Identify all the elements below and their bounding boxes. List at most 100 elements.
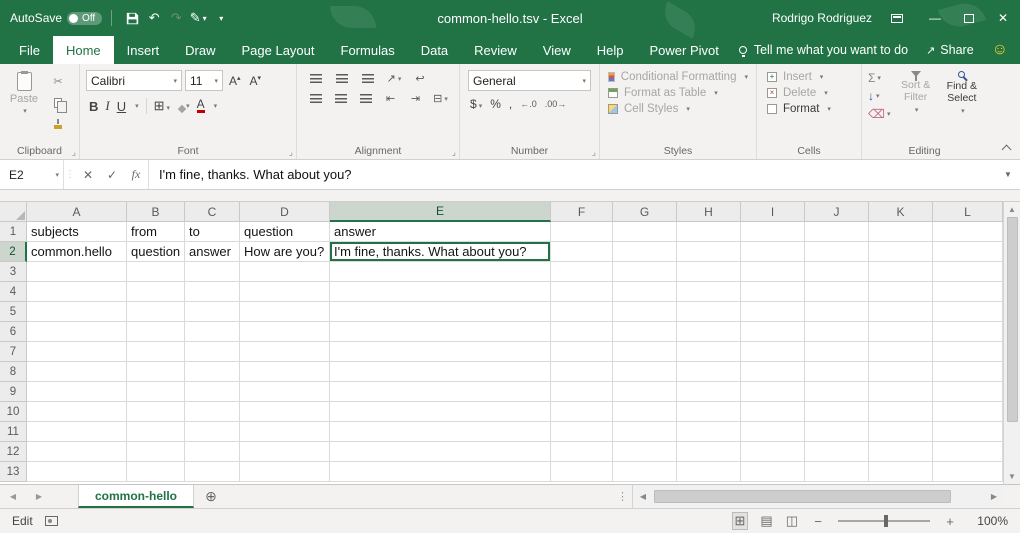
column-header-I[interactable]: I	[741, 202, 805, 222]
cell-J12[interactable]	[805, 442, 869, 462]
cell-G5[interactable]	[613, 302, 677, 322]
align-left-button[interactable]	[305, 90, 326, 107]
zoom-slider-thumb[interactable]	[884, 515, 888, 527]
cell-H13[interactable]	[677, 462, 741, 482]
cell-C6[interactable]	[185, 322, 240, 342]
cell-L9[interactable]	[933, 382, 1003, 402]
cell-F5[interactable]	[551, 302, 613, 322]
sort-filter-button[interactable]: Sort & Filter ▾	[892, 67, 938, 121]
cell-C2[interactable]: answer	[185, 242, 240, 262]
font-family-select[interactable]: Calibri▾	[86, 70, 182, 91]
cell-F2[interactable]	[551, 242, 613, 262]
cell-L1[interactable]	[933, 222, 1003, 242]
enter-button[interactable]: ✓	[100, 160, 124, 189]
accounting-format-button[interactable]: $▾	[470, 97, 482, 111]
cell-K7[interactable]	[869, 342, 933, 362]
cell-F3[interactable]	[551, 262, 613, 282]
cell-A3[interactable]	[27, 262, 127, 282]
italic-button[interactable]: I	[105, 98, 109, 114]
cell-I12[interactable]	[741, 442, 805, 462]
cell-G13[interactable]	[613, 462, 677, 482]
cell-A6[interactable]	[27, 322, 127, 342]
cell-A4[interactable]	[27, 282, 127, 302]
cell-B6[interactable]	[127, 322, 185, 342]
cell-J1[interactable]	[805, 222, 869, 242]
cell-E1[interactable]: answer	[330, 222, 551, 242]
scroll-up-icon[interactable]: ▲	[1008, 205, 1016, 214]
cell-D9[interactable]	[240, 382, 330, 402]
cell-J6[interactable]	[805, 322, 869, 342]
paste-button[interactable]: Paste ▾	[2, 67, 46, 143]
cell-L6[interactable]	[933, 322, 1003, 342]
cell-L7[interactable]	[933, 342, 1003, 362]
tab-data[interactable]: Data	[408, 36, 461, 64]
increase-font-size-button[interactable]: A▴	[226, 74, 244, 88]
column-header-E[interactable]: E	[330, 202, 551, 222]
formula-input[interactable]: I'm fine, thanks. What about you?	[148, 160, 996, 189]
cell-A9[interactable]	[27, 382, 127, 402]
cell-B8[interactable]	[127, 362, 185, 382]
cell-A2[interactable]: common.hello	[27, 242, 127, 262]
tab-review[interactable]: Review	[461, 36, 530, 64]
row-header-3[interactable]: 3	[0, 262, 27, 282]
cell-B3[interactable]	[127, 262, 185, 282]
column-header-L[interactable]: L	[933, 202, 1003, 222]
column-header-J[interactable]: J	[805, 202, 869, 222]
cell-H7[interactable]	[677, 342, 741, 362]
cell-A5[interactable]	[27, 302, 127, 322]
tab-power-pivot[interactable]: Power Pivot	[637, 36, 732, 64]
align-center-button[interactable]	[330, 90, 351, 107]
cell-D7[interactable]	[240, 342, 330, 362]
tab-page-layout[interactable]: Page Layout	[229, 36, 328, 64]
cell-C5[interactable]	[185, 302, 240, 322]
align-bottom-button[interactable]	[357, 70, 379, 87]
cell-G2[interactable]	[613, 242, 677, 262]
column-header-A[interactable]: A	[27, 202, 127, 222]
cell-J2[interactable]	[805, 242, 869, 262]
cell-G7[interactable]	[613, 342, 677, 362]
autosave-toggle[interactable]: AutoSave Off	[10, 11, 102, 25]
column-header-C[interactable]: C	[185, 202, 240, 222]
copy-button[interactable]	[46, 94, 70, 111]
tab-formulas[interactable]: Formulas	[328, 36, 408, 64]
clipboard-dialog-launcher[interactable]: ⌟	[72, 147, 76, 158]
cell-B11[interactable]	[127, 422, 185, 442]
sheet-tab-common-hello[interactable]: common-hello	[78, 485, 194, 508]
column-header-G[interactable]: G	[613, 202, 677, 222]
cell-I10[interactable]	[741, 402, 805, 422]
tab-view[interactable]: View	[530, 36, 584, 64]
row-header-10[interactable]: 10	[0, 402, 27, 422]
row-header-9[interactable]: 9	[0, 382, 27, 402]
cell-H2[interactable]	[677, 242, 741, 262]
cell-A11[interactable]	[27, 422, 127, 442]
cell-I5[interactable]	[741, 302, 805, 322]
cell-E4[interactable]	[330, 282, 551, 302]
page-layout-view-button[interactable]: ▤	[760, 513, 772, 529]
formula-bar-grip[interactable]: ⋮	[64, 160, 76, 189]
cell-E12[interactable]	[330, 442, 551, 462]
cell-E8[interactable]	[330, 362, 551, 382]
cell-J13[interactable]	[805, 462, 869, 482]
column-header-K[interactable]: K	[869, 202, 933, 222]
number-format-select[interactable]: General▾	[468, 70, 591, 91]
column-header-F[interactable]: F	[551, 202, 613, 222]
cell-D3[interactable]	[240, 262, 330, 282]
cell-K5[interactable]	[869, 302, 933, 322]
cell-D12[interactable]	[240, 442, 330, 462]
autosum-button[interactable]: Σ▾	[868, 71, 890, 85]
percent-style-button[interactable]: %	[490, 97, 501, 111]
cell-J4[interactable]	[805, 282, 869, 302]
cell-A1[interactable]: subjects	[27, 222, 127, 242]
cell-F10[interactable]	[551, 402, 613, 422]
row-header-13[interactable]: 13	[0, 462, 27, 482]
vertical-scroll-thumb[interactable]	[1007, 217, 1018, 422]
decrease-indent-button[interactable]: ⇤	[380, 90, 401, 107]
cell-B10[interactable]	[127, 402, 185, 422]
cell-E2[interactable]: I'm fine, thanks. What about you?	[330, 242, 551, 262]
cell-C13[interactable]	[185, 462, 240, 482]
cell-L13[interactable]	[933, 462, 1003, 482]
feedback-smiley-icon[interactable]: ☺	[992, 42, 1008, 58]
cell-C1[interactable]: to	[185, 222, 240, 242]
cell-D10[interactable]	[240, 402, 330, 422]
cell-L10[interactable]	[933, 402, 1003, 422]
